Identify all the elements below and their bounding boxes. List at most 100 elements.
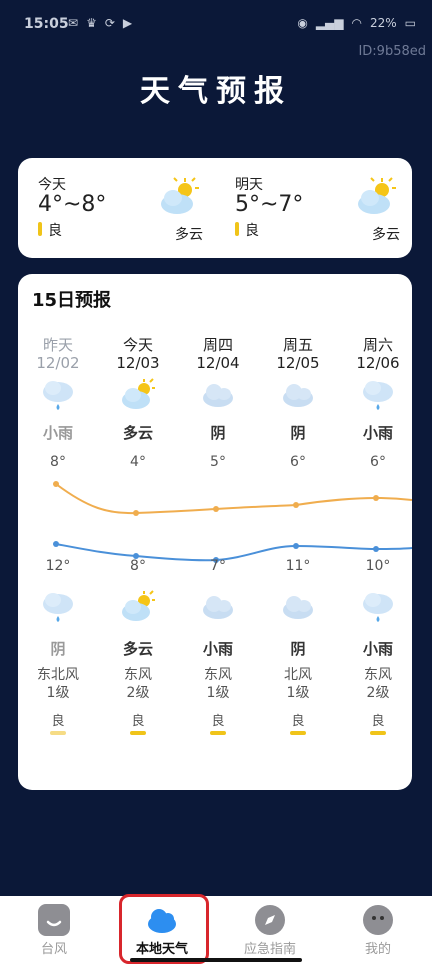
status-bar: 15:05 ✉ ♛ ⟳ ▶ ◉ ▂▄▆ ◠ 22% ▭	[0, 0, 432, 40]
compass-icon	[254, 904, 286, 936]
night-condition: 小雨	[362, 640, 393, 658]
partly-cloudy-icon	[354, 176, 398, 216]
wind-direction: 东北风	[37, 667, 79, 683]
high-temp: 6°	[370, 454, 386, 470]
low-temp: 8°	[130, 558, 146, 574]
wind-level: 1级	[206, 685, 230, 701]
night-condition: 阴	[290, 640, 306, 658]
forecast-day-column[interactable]: 周五 12/05 阴 6° 11° 阴 北风 1级 良	[258, 274, 338, 790]
bottom-tab-bar: 台风 本地天气 应急指南 我的	[0, 896, 432, 964]
status-notification-icons: ✉ ♛ ⟳ ▶	[68, 16, 132, 30]
weekday: 周六	[362, 336, 393, 354]
today-block[interactable]: 今天 4°~8° 良 多云	[18, 158, 215, 258]
day-condition: 阴	[210, 424, 226, 442]
wind: 东风 2级	[338, 666, 412, 702]
wind-direction: 东风	[364, 667, 392, 683]
rain-cloud-icon	[40, 590, 76, 624]
aqi-label: 良	[211, 714, 225, 729]
typhoon-icon	[38, 904, 70, 936]
wind: 东风 2级	[98, 666, 178, 702]
today-tomorrow-card[interactable]: 今天 4°~8° 良 多云 明天 5°~7° 良 多云	[18, 158, 412, 258]
weekday: 周五	[282, 336, 313, 354]
high-temp: 5°	[210, 454, 226, 470]
tab-label: 台风	[40, 942, 67, 957]
night-condition: 多云	[122, 640, 153, 658]
aqi-bar	[130, 731, 146, 735]
aqi-label: 良	[38, 220, 62, 240]
forecast-day-column[interactable]: 昨天 12/02 小雨 8° 12° 阴 东北风 1级 良	[18, 274, 98, 790]
low-temp: 10°	[365, 558, 391, 574]
high-temp: 8°	[50, 454, 66, 470]
profile-icon	[362, 904, 394, 936]
weekday: 周四	[202, 336, 233, 354]
high-temp: 6°	[290, 454, 306, 470]
wind-direction: 北风	[284, 667, 312, 683]
aqi-bar	[50, 731, 66, 735]
forecast-day-column[interactable]: 周四 12/04 阴 5° 7° 小雨 东风 1级 良	[178, 274, 258, 790]
night-condition: 阴	[50, 640, 66, 658]
day-condition: 小雨	[362, 424, 393, 442]
rain-cloud-icon	[40, 378, 76, 412]
wind-direction: 东风	[124, 667, 152, 683]
wind-level: 2级	[126, 685, 150, 701]
day-condition: 小雨	[42, 424, 73, 442]
weekday: 昨天	[42, 336, 73, 354]
wind-level: 2级	[366, 685, 390, 701]
date: 12/03	[116, 354, 160, 372]
date: 12/06	[356, 354, 400, 372]
forecast-day-column[interactable]: 周六 12/06 小雨 6° 10° 小雨 东风 2级 良	[338, 274, 412, 790]
aqi-bar	[210, 731, 226, 735]
aqi-bar	[290, 731, 306, 735]
aqi-label: 良	[291, 714, 305, 729]
aqi-label: 良	[51, 714, 65, 729]
aqi-label: 良	[131, 714, 145, 729]
tomorrow-block[interactable]: 明天 5°~7° 良 多云	[215, 158, 412, 258]
day-name: 明天	[235, 177, 263, 193]
high-temp: 4°	[130, 454, 146, 470]
date: 12/04	[196, 354, 240, 372]
wind: 东北风 1级	[18, 666, 98, 702]
home-indicator	[130, 958, 302, 962]
day-condition: 多云	[122, 424, 153, 442]
rain-cloud-icon	[360, 590, 396, 624]
temp-range: 5°~7°	[235, 192, 304, 217]
wind-level: 1级	[46, 685, 70, 701]
tab-label: 应急指南	[243, 942, 296, 957]
night-condition: 小雨	[202, 640, 233, 658]
aqi-label: 良	[371, 714, 385, 729]
aqi-bar	[370, 731, 386, 735]
cloud-icon	[280, 378, 316, 412]
tab-typhoon[interactable]: 台风	[0, 896, 108, 964]
page-title: 天气预报	[140, 74, 292, 109]
wind-level: 1级	[286, 685, 310, 701]
wifi-icon: ◠	[351, 16, 362, 30]
id-tag: ID:9b58ed	[358, 44, 426, 59]
wind: 北风 1级	[258, 666, 338, 702]
tab-profile[interactable]: 我的	[324, 896, 432, 964]
tab-label: 我的	[364, 942, 391, 957]
android-icon: ◉	[297, 16, 308, 30]
signal-icon: ▂▄▆	[315, 16, 344, 30]
aqi-label: 良	[235, 220, 259, 240]
message-icon: ✉	[68, 16, 79, 30]
low-temp: 12°	[45, 558, 71, 574]
active-tab-highlight	[119, 894, 209, 964]
temp-range: 4°~8°	[38, 192, 107, 217]
date: 12/02	[36, 354, 80, 372]
play-icon: ▶	[122, 16, 133, 30]
tab-emergency-guide[interactable]: 应急指南	[216, 896, 324, 964]
cloud-icon	[280, 590, 316, 624]
forecast-day-column[interactable]: 今天 12/03 多云 4° 8° 多云 东风 2级 良	[98, 274, 178, 790]
status-right: ◉ ▂▄▆ ◠ 22% ▭	[297, 16, 416, 30]
forecast-card[interactable]: 15日预报 昨天 12/02 小雨 8° 12° 阴 东北风 1级 良 今天 1…	[18, 274, 412, 790]
wind: 东风 1级	[178, 666, 258, 702]
battery-text: 22%	[369, 16, 397, 30]
partly-cloudy-icon	[157, 176, 201, 216]
low-temp: 11°	[285, 558, 311, 574]
condition: 多云	[175, 227, 203, 243]
wind-direction: 东风	[204, 667, 232, 683]
weekday: 今天	[122, 336, 153, 354]
condition: 多云	[372, 227, 400, 243]
day-condition: 阴	[290, 424, 306, 442]
partly-cloudy-icon	[120, 590, 156, 624]
